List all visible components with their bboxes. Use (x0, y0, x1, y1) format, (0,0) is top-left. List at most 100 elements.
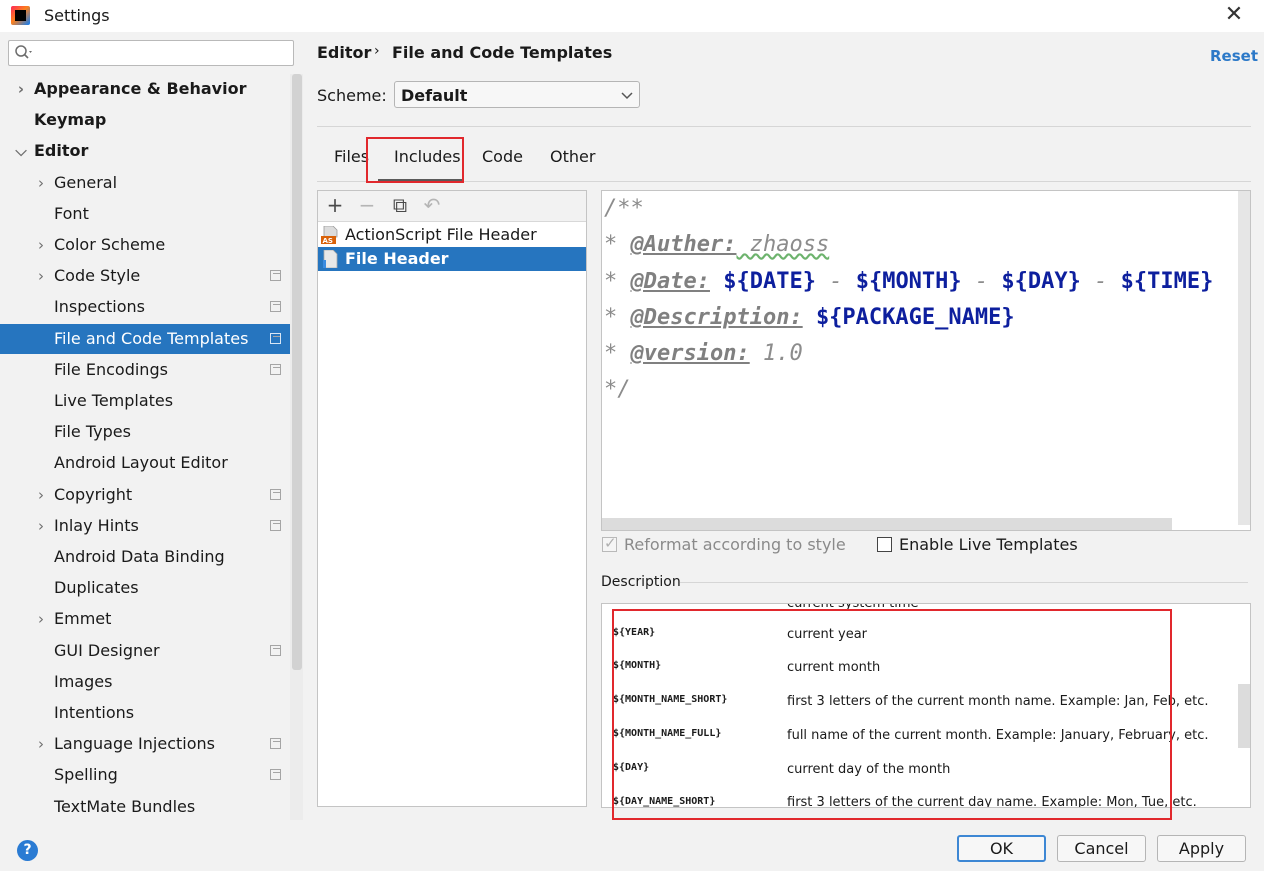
sidebar-item-language-injections[interactable]: › Language Injections (0, 729, 290, 759)
date-separator: - (815, 269, 856, 294)
help-button[interactable]: ? (17, 840, 38, 861)
revert-icon[interactable]: ↶ (421, 194, 443, 216)
description-scrollbar[interactable] (1238, 684, 1250, 748)
comment-star: * (604, 269, 631, 294)
template-item-file-header[interactable]: File Header (318, 247, 586, 271)
settings-search-input[interactable] (8, 40, 294, 66)
divider (680, 582, 1248, 583)
svg-text:AS: AS (323, 237, 333, 244)
sidebar-item-label: TextMate Bundles (54, 796, 196, 816)
sidebar-item-general[interactable]: › General (0, 168, 290, 198)
divider (317, 126, 1251, 127)
title-bar (0, 0, 1264, 32)
description-heading: Description (601, 574, 681, 590)
template-var: ${MONTH} (855, 269, 962, 294)
sidebar-item-label: Duplicates (54, 578, 139, 598)
chevron-right-icon[interactable]: › (34, 230, 48, 260)
enable-live-templates-label: Enable Live Templates (899, 535, 1078, 554)
sidebar-item-images[interactable]: Images (0, 667, 290, 697)
project-scope-icon (270, 738, 281, 750)
chevron-right-icon[interactable]: › (14, 74, 28, 104)
cancel-button[interactable]: Cancel (1057, 835, 1146, 862)
breadcrumb-parent: Editor (317, 43, 372, 62)
sidebar-item-label: Language Injections (54, 734, 215, 754)
sidebar-item-file-encodings[interactable]: File Encodings (0, 355, 290, 385)
template-var: ${DATE} (723, 269, 816, 294)
remove-icon[interactable]: − (356, 194, 378, 216)
sidebar-item-label: Inspections (54, 297, 145, 317)
sidebar-item-emmet[interactable]: › Emmet (0, 604, 290, 634)
chevron-right-icon[interactable]: › (34, 511, 48, 541)
actionscript-file-icon: AS (321, 226, 338, 244)
sidebar-item-textmate-bundles[interactable]: TextMate Bundles (0, 792, 290, 822)
template-var: ${DAY} (1001, 269, 1081, 294)
annotation-highlight-box (612, 609, 1172, 820)
editor-horizontal-scrollbar[interactable] (602, 518, 1172, 530)
template-list-panel (317, 190, 587, 807)
editor-vertical-scrollbar[interactable] (1238, 191, 1250, 525)
chevron-down-icon (621, 92, 633, 100)
chevron-right-icon[interactable]: › (34, 261, 48, 291)
sidebar-item-keymap[interactable]: Keymap (0, 105, 290, 135)
chevron-right-icon[interactable]: › (34, 729, 48, 759)
chevron-right-icon[interactable]: › (34, 168, 48, 198)
sidebar-item-intentions[interactable]: Intentions (0, 698, 290, 728)
comment-star: * (604, 305, 631, 330)
sidebar-item-android-data-binding[interactable]: Android Data Binding (0, 542, 290, 572)
version-tag: @version: (630, 341, 750, 366)
page-title: File and Code Templates (392, 43, 613, 62)
sidebar-item-label: Intentions (54, 703, 135, 722)
project-scope-icon (270, 363, 281, 375)
chevron-right-icon[interactable]: › (34, 480, 48, 510)
sidebar-item-label: Live Templates (54, 391, 174, 410)
chevron-down-icon[interactable]: ⌵ (14, 136, 28, 166)
sidebar-item-copyright[interactable]: › Copyright (0, 480, 290, 510)
tab-code[interactable]: Code (482, 147, 523, 166)
sidebar-item-label: Spelling (54, 765, 118, 785)
sidebar-item-label: File Encodings (54, 359, 168, 379)
sidebar-item-spelling[interactable]: Spelling (0, 760, 290, 790)
copy-icon[interactable]: ⧉ (389, 194, 411, 216)
tab-other[interactable]: Other (550, 147, 595, 166)
enable-live-templates-checkbox[interactable] (877, 537, 892, 552)
sidebar-item-live-templates[interactable]: Live Templates (0, 386, 290, 416)
project-scope-icon (270, 519, 281, 531)
template-var: ${PACKAGE_NAME} (815, 305, 1015, 330)
chevron-right-icon[interactable]: › (34, 604, 48, 634)
code-line-description: * @Description: ${PACKAGE_NAME} (604, 305, 1015, 330)
sidebar-item-color-scheme[interactable]: › Color Scheme (0, 230, 290, 260)
search-icon (15, 45, 32, 59)
sidebar-item-appearance-behavior[interactable]: › Appearance & Behavior (0, 74, 290, 104)
sidebar-item-editor[interactable]: ⌵ Editor (0, 136, 290, 166)
sidebar-item-label: Keymap (34, 110, 107, 130)
sidebar-item-file-and-code-templates[interactable]: File and Code Templates (0, 323, 303, 354)
sidebar-scrollbar-thumb[interactable] (292, 74, 302, 670)
reformat-label: Reformat according to style (624, 535, 846, 554)
sidebar-item-inspections[interactable]: Inspections (0, 292, 290, 322)
reset-link[interactable]: Reset (1210, 47, 1258, 65)
sidebar-item-duplicates[interactable]: Duplicates (0, 573, 290, 603)
apply-button[interactable]: Apply (1157, 835, 1246, 862)
project-scope-icon (270, 332, 281, 344)
template-item-label: File Header (345, 249, 449, 268)
date-separator: - (1080, 269, 1121, 294)
sidebar-item-label: Android Layout Editor (54, 453, 228, 473)
sidebar-item-font[interactable]: Font (0, 199, 290, 229)
window-title: Settings (44, 6, 110, 25)
add-icon[interactable]: + (324, 194, 346, 216)
ok-button[interactable]: OK (957, 835, 1046, 862)
tab-files[interactable]: Files (334, 147, 369, 166)
sidebar-item-android-layout-editor[interactable]: Android Layout Editor (0, 448, 290, 478)
breadcrumb-separator: › (374, 43, 380, 59)
sidebar-item-label: Copyright (54, 484, 133, 504)
sidebar-item-code-style[interactable]: › Code Style (0, 261, 290, 291)
sidebar-item-inlay-hints[interactable]: › Inlay Hints (0, 511, 290, 541)
scheme-selected-value: Default (401, 86, 468, 105)
template-item-actionscript-file-header[interactable]: AS ActionScript File Header (318, 223, 586, 247)
sidebar-item-file-types[interactable]: File Types (0, 417, 290, 447)
author-value: zhaoss (736, 232, 830, 257)
code-line-open-comment: /** (604, 196, 644, 221)
sidebar-item-gui-designer[interactable]: GUI Designer (0, 636, 290, 666)
template-var: ${TIME} (1120, 269, 1214, 294)
close-icon[interactable]: ✕ (1222, 2, 1246, 28)
